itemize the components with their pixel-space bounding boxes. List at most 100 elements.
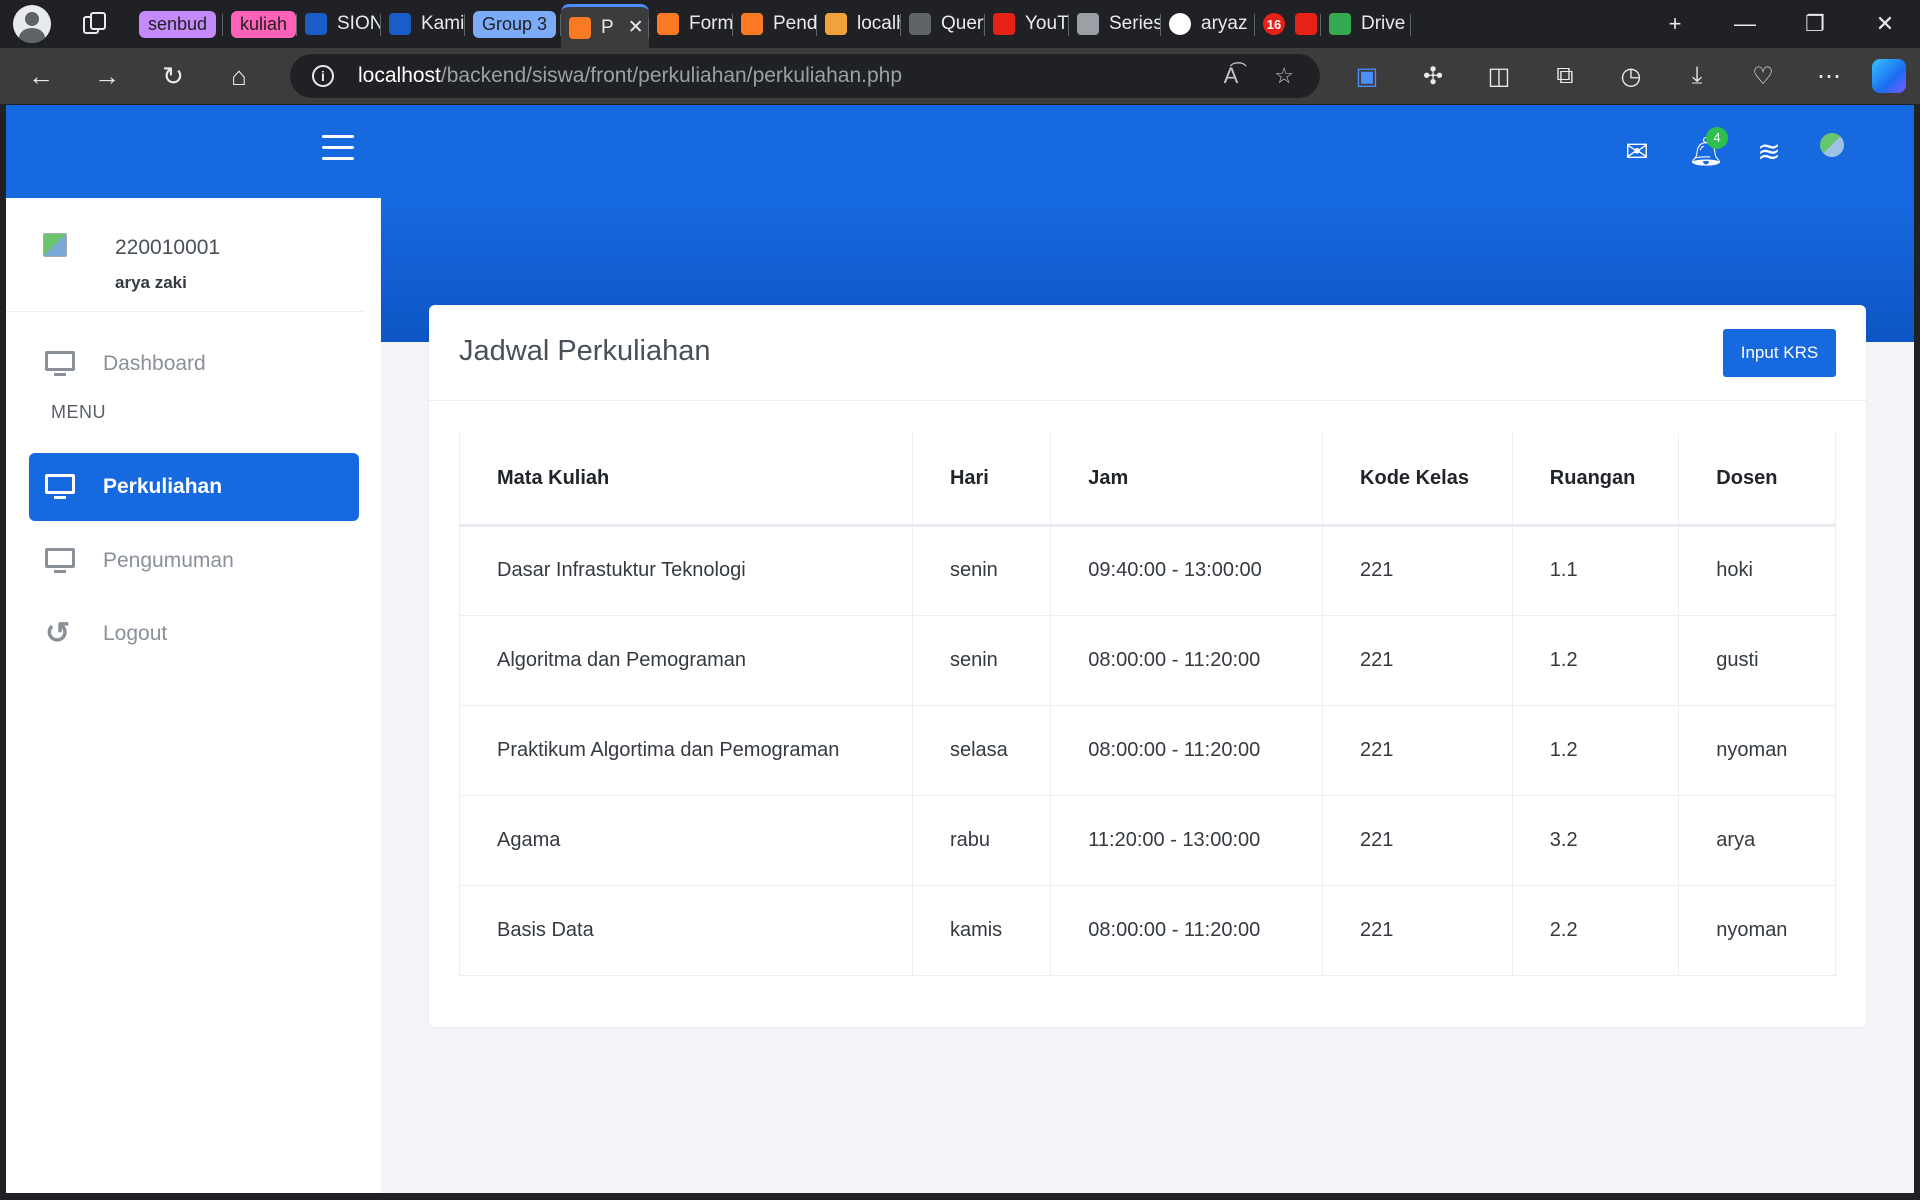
column-header[interactable]: Ruangan xyxy=(1511,433,1679,527)
sidebar-item-perkuliahan[interactable]: Perkuliahan xyxy=(29,453,359,521)
browser-tab[interactable]: SION xyxy=(297,4,381,44)
tab-title: Kamis xyxy=(421,13,465,34)
address-bar[interactable]: i localhost/backend/siswa/front/perkulia… xyxy=(290,54,1320,98)
performance-icon[interactable]: ♡ xyxy=(1730,62,1796,91)
restore-icon[interactable]: ❐ xyxy=(1780,11,1850,37)
bell-icon[interactable]: 🔔︎ 4 xyxy=(1688,127,1728,168)
chatgpt-icon xyxy=(909,13,931,35)
browser-tab[interactable]: Series xyxy=(1069,4,1161,44)
table-cell: Agama xyxy=(459,794,913,885)
table-cell: nyoman xyxy=(1678,884,1836,976)
table-cell: 221 xyxy=(1322,524,1513,615)
sidebar-item-label: Dashboard xyxy=(103,352,206,375)
sidebar-item-label: Logout xyxy=(103,622,168,645)
tab-group-label: senbud xyxy=(139,10,217,38)
table-cell: Praktikum Algortima dan Pemograman xyxy=(459,704,913,795)
downloads-icon[interactable]: ⤓ xyxy=(1664,62,1730,90)
xampp-icon xyxy=(741,13,763,35)
browser-tab[interactable]: Form xyxy=(649,4,733,44)
table-row: Agama rabu 11:20:00 - 13:00:00 221 3.2 arya xyxy=(459,794,1836,885)
url-path: /backend/siswa/front/perkuliahan/perkuli… xyxy=(440,64,903,87)
favorite-star-icon[interactable]: ☆ xyxy=(1274,63,1294,89)
hamburger-menu-icon[interactable] xyxy=(322,135,354,161)
history-icon[interactable]: ◷ xyxy=(1598,62,1664,91)
tab-actions-icon[interactable] xyxy=(81,10,109,38)
copilot-icon[interactable] xyxy=(1872,59,1906,93)
sidebar-header xyxy=(6,105,381,198)
collections-icon[interactable]: ⧉ xyxy=(1532,62,1598,90)
read-aloud-icon[interactable]: A͡ xyxy=(1224,63,1239,89)
sidebar-item-pengumuman[interactable]: Pengumuman xyxy=(29,527,359,595)
tab-group-chip[interactable]: senbud xyxy=(131,4,223,44)
youtube-icon xyxy=(993,13,1015,35)
sidebar-item-dashboard[interactable]: Dashboard xyxy=(29,330,359,398)
browser-tab[interactable]: Drive xyxy=(1321,4,1411,44)
table-cell: 221 xyxy=(1322,884,1513,976)
sidebar-item-logout[interactable]: ↺ Logout xyxy=(29,600,359,668)
github-icon xyxy=(1169,13,1191,35)
extensions-icon[interactable]: ✣ xyxy=(1400,62,1466,91)
browser-tab[interactable]: localh xyxy=(817,4,901,44)
table-cell: 1.1 xyxy=(1511,524,1679,615)
tab-group-chip[interactable]: kuliah xyxy=(223,4,297,44)
user-panel: 220010001 arya zaki xyxy=(6,198,363,312)
site-info-icon[interactable]: i xyxy=(312,65,334,87)
table-body: Dasar Infrastuktur Teknologi senin 09:40:0… xyxy=(459,524,1836,976)
back-icon[interactable]: ← xyxy=(8,61,74,92)
table-cell: 08:00:00 - 11:20:00 xyxy=(1050,614,1323,705)
monitor-icon xyxy=(45,548,75,574)
m-icon xyxy=(1077,13,1099,35)
close-tab-icon[interactable]: ✕ xyxy=(628,16,644,39)
table-cell: senin xyxy=(911,524,1051,615)
input-krs-button[interactable]: Input KRS xyxy=(1723,329,1836,377)
record-icon xyxy=(1295,13,1317,35)
notification-count-badge: 16 xyxy=(1263,13,1285,35)
table-cell: 11:20:00 - 13:00:00 xyxy=(1050,794,1323,885)
sidebar: 220010001 arya zaki Dashboard MENU Perku… xyxy=(6,105,381,1193)
tab-title: SION xyxy=(337,13,381,34)
tab-title: YouTu xyxy=(1025,13,1069,34)
table-cell: arya xyxy=(1678,794,1836,885)
minimize-icon[interactable]: — xyxy=(1710,11,1780,37)
split-screen-icon[interactable]: ◫ xyxy=(1466,62,1532,91)
home-icon[interactable]: ⌂ xyxy=(206,61,272,92)
column-header[interactable]: Hari xyxy=(911,433,1051,527)
layers-icon[interactable]: ≋ xyxy=(1754,135,1784,168)
browser-tab[interactable]: 16( xyxy=(1255,4,1321,44)
browser-tab[interactable]: Kamis xyxy=(381,4,465,44)
table-cell: 1.2 xyxy=(1511,614,1679,705)
column-header[interactable]: Kode Kelas xyxy=(1322,433,1513,527)
browser-tab[interactable]: Query xyxy=(901,4,985,44)
close-window-icon[interactable]: ✕ xyxy=(1850,11,1920,37)
profile-icon[interactable] xyxy=(13,5,51,43)
tab-group-chip[interactable]: Group 3 xyxy=(465,4,561,44)
tab-title: Form xyxy=(689,13,733,34)
drive-icon xyxy=(1329,13,1351,35)
table-cell: Dasar Infrastuktur Teknologi xyxy=(459,524,913,615)
browser-tab[interactable]: YouTu xyxy=(985,4,1069,44)
tab-title: P xyxy=(601,16,614,38)
reload-icon[interactable]: ↻ xyxy=(140,61,206,92)
avatar[interactable] xyxy=(1820,132,1844,157)
monitor-icon xyxy=(45,351,75,377)
browser-tab[interactable]: P ✕ xyxy=(561,4,649,48)
table-cell: Basis Data xyxy=(459,884,913,976)
page-title: Jadwal Perkuliahan xyxy=(459,335,711,367)
mail-icon[interactable]: ✉ xyxy=(1622,135,1652,168)
forward-icon[interactable]: → xyxy=(74,61,140,92)
xampp-icon xyxy=(569,16,591,39)
browser-tab[interactable]: Penda xyxy=(733,4,817,44)
table-row: Basis Data kamis 08:00:00 - 11:20:00 221 2.2… xyxy=(459,884,1836,976)
browser-tab[interactable]: aryaz xyxy=(1161,4,1255,44)
avatar xyxy=(43,233,67,257)
wallet-icon[interactable]: ▣ xyxy=(1334,62,1400,91)
table-cell: senin xyxy=(911,614,1051,705)
more-menu-icon[interactable]: ⋯ xyxy=(1796,62,1862,91)
table-cell: 2.2 xyxy=(1511,884,1679,976)
flame-icon xyxy=(305,13,327,35)
column-header[interactable]: Dosen xyxy=(1678,433,1836,527)
new-tab-button[interactable]: + xyxy=(1640,11,1710,37)
column-header[interactable]: Mata Kuliah xyxy=(459,433,913,527)
table-cell: 221 xyxy=(1322,704,1513,795)
column-header[interactable]: Jam xyxy=(1050,433,1323,527)
